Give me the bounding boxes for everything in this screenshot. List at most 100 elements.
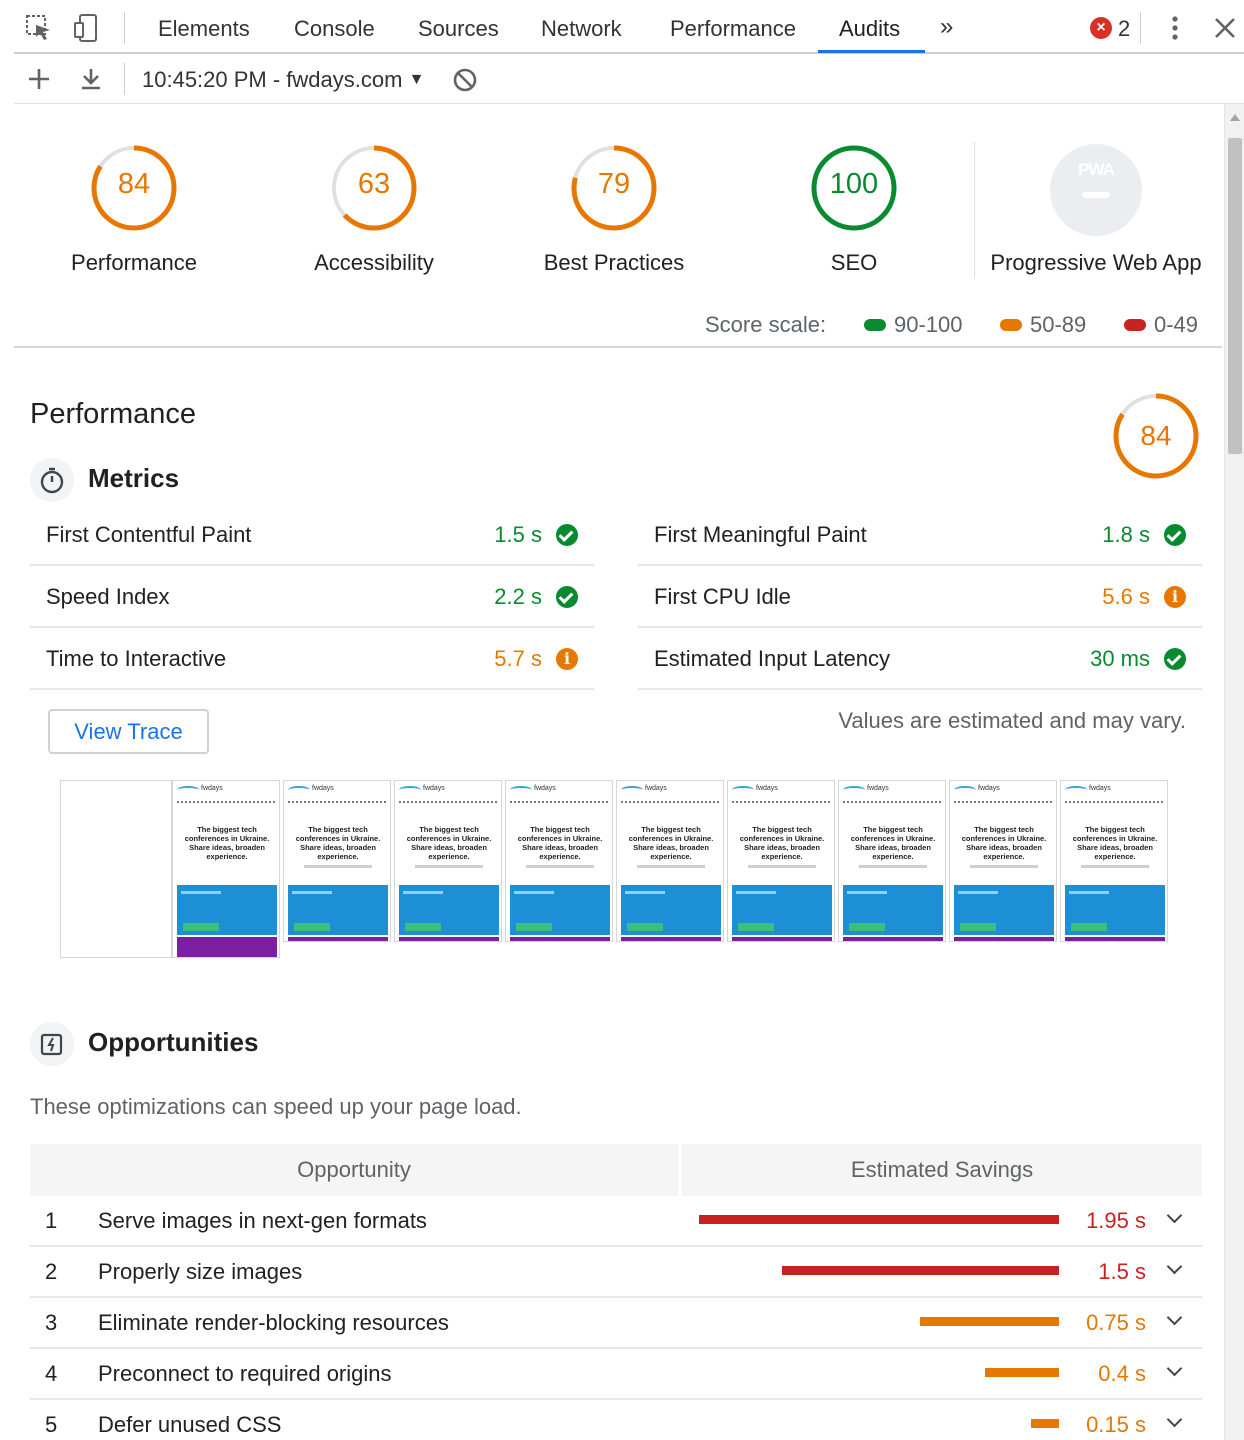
metric-value: 5.7 s xyxy=(494,646,542,671)
toolbar-divider xyxy=(124,12,125,44)
frame-banner xyxy=(177,885,277,935)
inspect-element-icon[interactable] xyxy=(24,13,54,43)
chevron-down-icon: ▼ xyxy=(408,71,425,88)
report-selector[interactable]: 10:45:20 PM - fwdays.com ▼ xyxy=(142,67,424,93)
expand-chevron-icon[interactable] xyxy=(1166,1207,1183,1224)
frame-subline xyxy=(970,865,1038,868)
frame-footer xyxy=(1065,937,1165,941)
opportunity-row[interactable]: 1 Serve images in next-gen formats 1.95 s xyxy=(30,1196,1202,1247)
expand-chevron-icon[interactable] xyxy=(1166,1309,1183,1326)
filmstrip-frame-blank xyxy=(60,780,172,958)
column-header-opportunity: Opportunity xyxy=(30,1144,678,1196)
opportunity-row[interactable]: 2 Properly size images 1.5 s xyxy=(30,1247,1202,1298)
frame-brand: fwdays xyxy=(312,785,334,792)
opportunity-title: Defer unused CSS xyxy=(98,1412,282,1437)
kebab-menu-icon[interactable] xyxy=(1160,13,1190,43)
tab-performance[interactable]: Performance xyxy=(670,16,796,42)
tab-network[interactable]: Network xyxy=(541,16,622,42)
tab-elements[interactable]: Elements xyxy=(158,16,250,42)
expand-chevron-icon[interactable] xyxy=(1166,1258,1183,1275)
metric-time-to-interactive: Time to Interactive 5.7 s xyxy=(30,628,594,690)
scale-range-pass: 90-100 xyxy=(864,312,963,338)
frame-footer xyxy=(954,937,1054,941)
filmstrip-frame: fwdays The biggest tech conferences in Uk… xyxy=(949,780,1057,942)
pwa-category-label[interactable]: Progressive Web App xyxy=(976,250,1216,276)
frame-banner xyxy=(288,885,388,935)
performance-section-title: Performance xyxy=(30,398,197,430)
frame-headline: The biggest tech conferences in Ukraine.… xyxy=(628,825,714,861)
stopwatch-icon xyxy=(30,458,74,502)
frame-banner xyxy=(1065,885,1165,935)
frame-headline: The biggest tech conferences in Ukraine.… xyxy=(739,825,825,861)
orange-pill-icon xyxy=(1000,318,1022,331)
new-audit-icon[interactable] xyxy=(26,66,52,97)
frame-brand: fwdays xyxy=(867,785,889,792)
category-score: 63 xyxy=(357,168,391,200)
opportunity-row[interactable]: 4 Preconnect to required origins 0.4 s xyxy=(30,1349,1202,1400)
average-info-icon xyxy=(556,648,578,670)
pwa-dash xyxy=(1082,192,1110,198)
devtools-tab-bar: Elements Console Sources Network Perform… xyxy=(14,0,1244,54)
pass-check-icon xyxy=(1164,648,1186,670)
metric-first-meaningful-paint: First Meaningful Paint 1.8 s xyxy=(638,504,1202,566)
filmstrip-frame: fwdays The biggest tech conferences in Uk… xyxy=(838,780,946,942)
filmstrip-frame: fwdays The biggest tech conferences in Uk… xyxy=(283,780,391,942)
pwa-badge-icon[interactable]: PWA xyxy=(1050,144,1142,236)
metric-value: 1.5 s xyxy=(494,522,542,547)
frame-subline xyxy=(415,865,483,868)
filmstrip-frame: fwdays The biggest tech conferences in Uk… xyxy=(172,780,280,958)
savings-value: 1.5 s xyxy=(1098,1259,1146,1284)
performance-score: 84 xyxy=(1140,420,1172,451)
frame-nav xyxy=(954,801,1052,804)
metric-first-contentful-paint: First Contentful Paint 1.5 s xyxy=(30,504,594,566)
savings-value: 0.4 s xyxy=(1098,1361,1146,1386)
download-report-icon[interactable] xyxy=(78,66,104,97)
frame-subline xyxy=(748,865,816,868)
more-tabs-button[interactable]: » xyxy=(940,13,953,41)
category-gauge-best-practices[interactable]: 79 Best Practices xyxy=(514,142,714,276)
frame-footer xyxy=(510,937,610,941)
opportunities-description: These optimizations can speed up your pa… xyxy=(30,1094,522,1119)
frame-brand: fwdays xyxy=(534,785,556,792)
category-gauge-accessibility[interactable]: 63 Accessibility xyxy=(274,142,474,276)
frame-brand: fwdays xyxy=(978,785,1000,792)
filmstrip-frame: fwdays The biggest tech conferences in Uk… xyxy=(1060,780,1168,942)
tab-audits[interactable]: Audits xyxy=(839,16,900,42)
audits-toolbar: 10:45:20 PM - fwdays.com ▼ xyxy=(14,54,1244,104)
scrollbar-thumb[interactable] xyxy=(1228,138,1242,454)
clear-all-icon[interactable] xyxy=(452,67,478,98)
frame-headline: The biggest tech conferences in Ukraine.… xyxy=(406,825,492,861)
error-icon[interactable]: × xyxy=(1090,17,1112,39)
scroll-up-arrow-icon[interactable] xyxy=(1230,114,1240,121)
tab-sources[interactable]: Sources xyxy=(418,16,499,42)
frame-headline: The biggest tech conferences in Ukraine.… xyxy=(1072,825,1158,861)
expand-chevron-icon[interactable] xyxy=(1166,1360,1183,1377)
view-trace-button[interactable]: View Trace xyxy=(48,709,209,754)
frame-brand: fwdays xyxy=(1089,785,1111,792)
lightning-box-icon xyxy=(30,1022,74,1066)
pass-check-icon xyxy=(556,586,578,608)
frame-footer xyxy=(288,937,388,941)
expand-chevron-icon[interactable] xyxy=(1166,1411,1183,1428)
frame-footer xyxy=(732,937,832,941)
opportunity-title: Serve images in next-gen formats xyxy=(98,1208,427,1233)
close-icon[interactable] xyxy=(1210,13,1240,43)
frame-banner xyxy=(510,885,610,935)
fwdays-logo-icon xyxy=(1065,786,1087,794)
tab-console[interactable]: Console xyxy=(294,16,375,42)
device-toolbar-icon[interactable] xyxy=(72,13,102,43)
performance-score-gauge: 84 xyxy=(1112,392,1200,480)
savings-bar xyxy=(920,1317,1059,1326)
scale-range-average: 50-89 xyxy=(1000,312,1086,338)
opportunity-number: 1 xyxy=(45,1208,58,1233)
category-gauge-performance[interactable]: 84 Performance xyxy=(34,142,234,276)
opportunity-row[interactable]: 3 Eliminate render-blocking resources 0.75… xyxy=(30,1298,1202,1349)
error-count[interactable]: 2 xyxy=(1118,16,1130,42)
opportunity-row[interactable]: 5 Defer unused CSS 0.15 s xyxy=(30,1400,1202,1440)
filmstrip-frame: fwdays The biggest tech conferences in Uk… xyxy=(394,780,502,942)
category-label: Accessibility xyxy=(314,250,434,275)
category-label: SEO xyxy=(830,250,878,275)
category-gauge-seo[interactable]: 100 SEO xyxy=(754,142,954,276)
estimate-note: Values are estimated and may vary. xyxy=(838,708,1186,733)
report-scrollbar[interactable] xyxy=(1224,104,1244,1440)
